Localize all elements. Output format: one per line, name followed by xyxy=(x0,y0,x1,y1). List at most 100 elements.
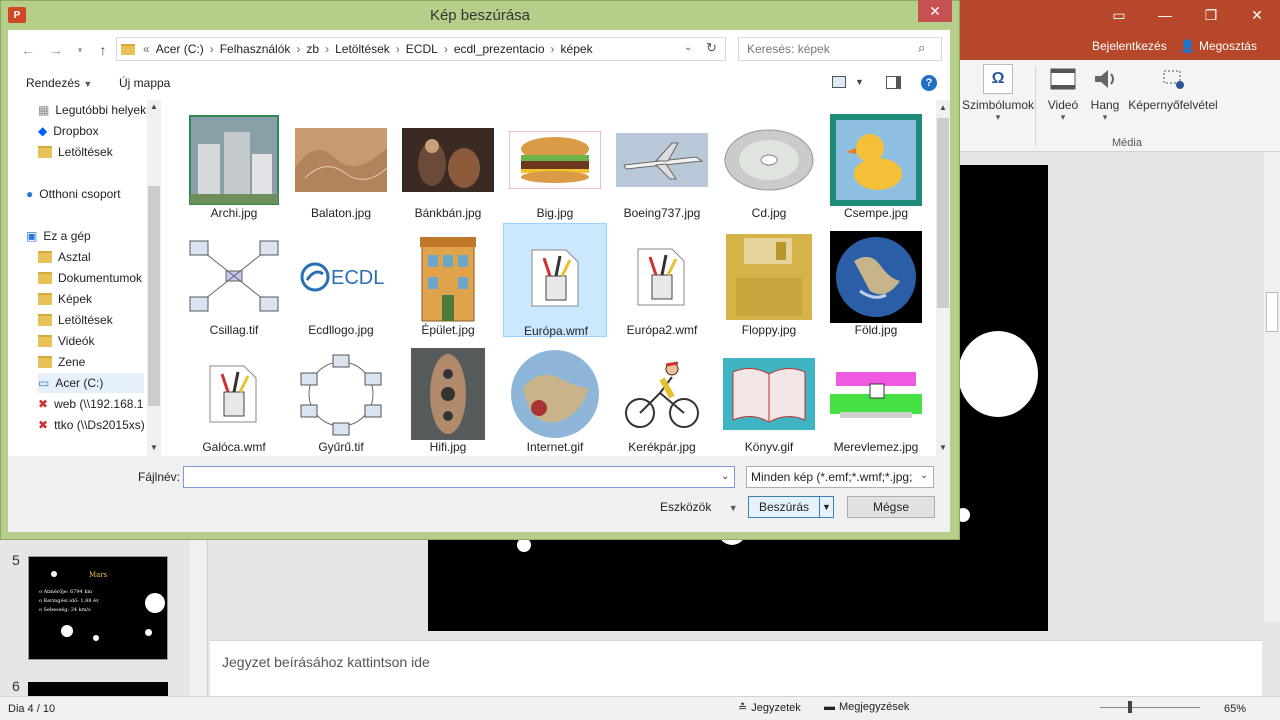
file-tile[interactable]: Balaton.jpg xyxy=(289,106,393,220)
help-icon[interactable]: ? xyxy=(921,75,937,91)
insert-button[interactable]: Beszúrás ▼ xyxy=(748,496,834,518)
nav-item-this-pc[interactable]: ▣ Ez a gép xyxy=(26,226,156,246)
file-tile[interactable]: Merevlemez.jpg xyxy=(824,340,928,454)
organize-button[interactable]: Rendezés ▼ xyxy=(26,76,92,90)
file-tile[interactable]: Csillag.tif xyxy=(182,223,286,337)
file-tile[interactable]: Európa2.wmf xyxy=(610,223,714,337)
back-arrow-icon[interactable]: ← xyxy=(18,40,38,60)
chevron-down-icon[interactable]: ⌄ xyxy=(920,470,929,481)
file-tile[interactable]: Csempe.jpg xyxy=(824,106,928,220)
file-tile[interactable]: Hifi.jpg xyxy=(396,340,500,454)
breadcrumb-item[interactable]: Letöltések xyxy=(335,42,390,56)
breadcrumb-item[interactable]: Felhasználók xyxy=(220,42,291,56)
file-tile[interactable]: Föld.jpg xyxy=(824,223,928,337)
up-arrow-icon[interactable]: ↑ xyxy=(93,40,113,60)
notes-label: Jegyzetek xyxy=(751,701,801,714)
scroll-down-icon[interactable]: ▼ xyxy=(150,443,158,452)
insert-options-dropdown-icon[interactable]: ▼ xyxy=(819,497,833,517)
file-tile[interactable]: Bánkbán.jpg xyxy=(396,106,500,220)
search-icon[interactable]: ⌕ xyxy=(918,40,925,56)
share-button[interactable]: 👤 Megosztás xyxy=(1180,36,1257,56)
thumbnail-scrollbar[interactable] xyxy=(190,540,206,696)
file-tile[interactable]: Könyv.gif xyxy=(717,340,821,454)
file-tile[interactable]: Internet.gif xyxy=(503,340,607,454)
scroll-down-icon[interactable]: ▼ xyxy=(939,443,947,452)
file-tile[interactable]: Floppy.jpg xyxy=(717,223,821,337)
file-tile[interactable]: Gyűrű.tif xyxy=(289,340,393,454)
breadcrumb-separator-icon[interactable]: › xyxy=(296,42,300,56)
view-options-icon[interactable] xyxy=(832,76,846,88)
scrollbar-thumb[interactable] xyxy=(148,186,160,406)
dialog-close-button[interactable]: ✕ xyxy=(918,0,952,22)
breadcrumb-overflow[interactable]: « xyxy=(143,42,150,56)
minimize-icon[interactable]: — xyxy=(1142,0,1188,30)
notes-toggle[interactable]: ≛ Jegyzetek xyxy=(738,701,801,715)
zoom-level[interactable]: 65% xyxy=(1224,703,1246,715)
nav-item-web-share[interactable]: ✖ web (\\192.168.1 xyxy=(38,394,146,414)
file-tile[interactable]: Galóca.wmf xyxy=(182,340,286,454)
file-tile[interactable]: Archi.jpg xyxy=(182,106,286,220)
tools-button[interactable]: Eszközök ▼ xyxy=(660,500,738,514)
file-type-select[interactable]: Minden kép (*.emf;*.wmf;*.jpg; xyxy=(746,466,934,488)
slide-thumbnail-5[interactable]: Mars o Átmérője: 6794 km o Keringési idő… xyxy=(28,556,168,660)
scrollbar-thumb[interactable] xyxy=(1266,292,1278,332)
restore-icon[interactable]: ❐ xyxy=(1188,0,1234,30)
breadcrumb-separator-icon[interactable]: › xyxy=(444,42,448,56)
video-button[interactable]: Videó ▾ xyxy=(1043,64,1083,128)
sign-in-link[interactable]: Bejelentkezés xyxy=(1092,39,1167,53)
file-tile[interactable]: ECDL Ecdllogo.jpg xyxy=(289,223,393,337)
breadcrumb-item[interactable]: képek xyxy=(561,42,593,56)
breadcrumb-item[interactable]: ECDL xyxy=(406,42,438,56)
file-tile[interactable]: Kerékpár.jpg xyxy=(610,340,714,454)
filename-input[interactable] xyxy=(183,466,735,488)
breadcrumb-item[interactable]: zb xyxy=(306,42,319,56)
address-bar[interactable]: « Acer (C:) › Felhasználók › zb › Letöltése… xyxy=(116,37,726,61)
ribbon-display-options-icon[interactable]: ▭ xyxy=(1096,0,1142,30)
nav-item-homegroup[interactable]: ● Otthoni csoport xyxy=(26,184,156,204)
audio-button[interactable]: Hang ▾ xyxy=(1086,64,1124,128)
close-icon[interactable]: ✕ xyxy=(1234,0,1280,30)
preview-pane-icon[interactable] xyxy=(886,76,901,89)
filename-dropdown-icon[interactable]: ⌄ xyxy=(721,471,729,482)
breadcrumb-separator-icon[interactable]: › xyxy=(551,42,555,56)
cancel-button[interactable]: Mégse xyxy=(847,496,935,518)
breadcrumb-separator-icon[interactable]: › xyxy=(210,42,214,56)
slide-thumbnail-6[interactable] xyxy=(28,682,168,696)
recent-dropdown-icon[interactable]: ▾ xyxy=(70,40,90,60)
file-tile[interactable]: Épület.jpg xyxy=(396,223,500,337)
chevron-down-icon[interactable]: ▼ xyxy=(855,77,864,87)
new-folder-button[interactable]: Új mappa xyxy=(119,76,170,90)
forward-arrow-icon[interactable]: → xyxy=(46,40,66,60)
address-dropdown-icon[interactable]: ⌄ xyxy=(684,42,692,53)
file-tile[interactable]: Boeing737.jpg xyxy=(610,106,714,220)
file-tile[interactable]: Cd.jpg xyxy=(717,106,821,220)
symbols-button[interactable]: Ω Szimbólumok ▾ xyxy=(960,64,1036,128)
search-input[interactable]: Keresés: képek xyxy=(738,37,942,61)
file-tile[interactable]: Big.jpg xyxy=(503,106,607,220)
refresh-icon[interactable]: ↻ xyxy=(706,40,717,56)
zoom-slider-handle[interactable] xyxy=(1128,701,1132,713)
breadcrumb-separator-icon[interactable]: › xyxy=(325,42,329,56)
slide-scrollbar[interactable] xyxy=(1264,152,1280,622)
zoom-slider[interactable] xyxy=(1100,707,1200,708)
folder-icon xyxy=(38,272,52,284)
file-tile[interactable]: Európa.wmf xyxy=(503,223,607,338)
file-list: Archi.jpg Balaton.jpg Bánkbán.jpg Big.jpg Bo… xyxy=(170,100,936,456)
scrollbar-thumb[interactable] xyxy=(937,118,949,308)
person-icon: 👤 xyxy=(1180,39,1195,53)
screen-recording-button[interactable]: Képernyőfelvétel xyxy=(1128,64,1218,128)
scroll-up-icon[interactable]: ▲ xyxy=(150,102,158,111)
notes-placeholder[interactable]: Jegyzet beírásához kattintson ide xyxy=(222,654,430,670)
nav-item-label: Asztal xyxy=(58,250,91,264)
breadcrumb-item[interactable]: Acer (C:) xyxy=(156,42,204,56)
comments-toggle[interactable]: ▬ Megjegyzések xyxy=(824,701,909,713)
nav-item-drive-c[interactable]: ▭ Acer (C:) xyxy=(38,373,144,393)
airplane-thumbnail xyxy=(616,114,708,206)
nav-item-ttko-share[interactable]: ✖ ttko (\\Ds2015xs) xyxy=(38,415,146,435)
file-name: Hifi.jpg xyxy=(429,440,467,454)
audio-label: Hang xyxy=(1090,98,1120,112)
breadcrumb-item[interactable]: ecdl_prezentacio xyxy=(454,42,545,56)
scroll-up-icon[interactable]: ▲ xyxy=(939,103,947,112)
wmf-pencils-thumbnail xyxy=(616,231,708,323)
breadcrumb-separator-icon[interactable]: › xyxy=(396,42,400,56)
